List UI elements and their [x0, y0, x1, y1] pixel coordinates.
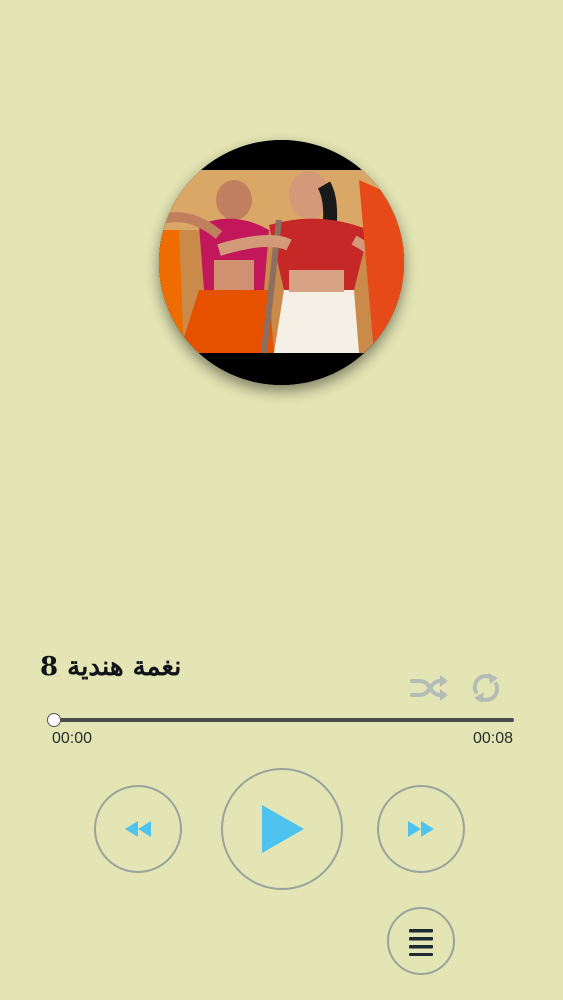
playlist-button[interactable] — [387, 907, 455, 975]
total-time: 00:08 — [472, 730, 513, 747]
shuffle-icon — [410, 675, 448, 701]
album-art-image — [159, 140, 404, 385]
song-title: نغمة هندية 8 — [40, 652, 182, 682]
play-icon — [262, 805, 304, 853]
fast-forward-button[interactable] — [377, 785, 465, 873]
shuffle-button[interactable] — [408, 670, 452, 706]
repeat-icon — [472, 673, 500, 703]
rewind-icon — [125, 821, 151, 837]
menu-icon — [409, 929, 433, 956]
play-button[interactable] — [221, 768, 343, 890]
progress-thumb[interactable] — [47, 713, 61, 727]
music-player-screen: نغمة هندية 8 00:00 00:08 — [0, 0, 563, 1000]
rewind-button[interactable] — [94, 785, 182, 873]
album-art — [159, 140, 404, 385]
repeat-button[interactable] — [464, 670, 508, 706]
progress-bar[interactable] — [54, 718, 514, 722]
fast-forward-icon — [408, 821, 434, 837]
current-time: 00:00 — [52, 730, 93, 747]
